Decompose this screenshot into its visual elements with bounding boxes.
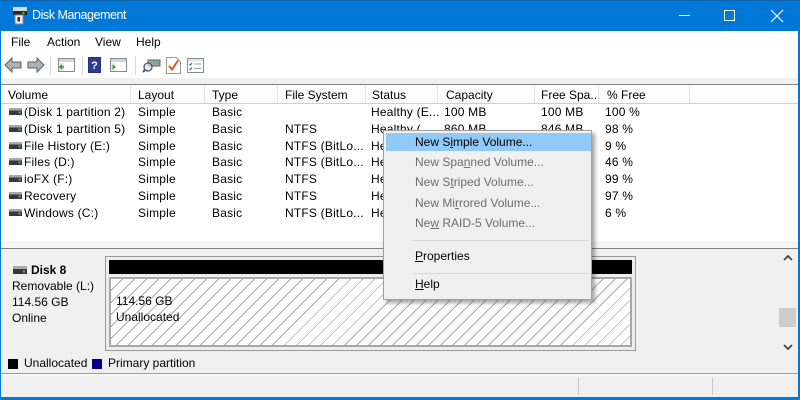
svg-text:?: ?: [91, 60, 98, 72]
